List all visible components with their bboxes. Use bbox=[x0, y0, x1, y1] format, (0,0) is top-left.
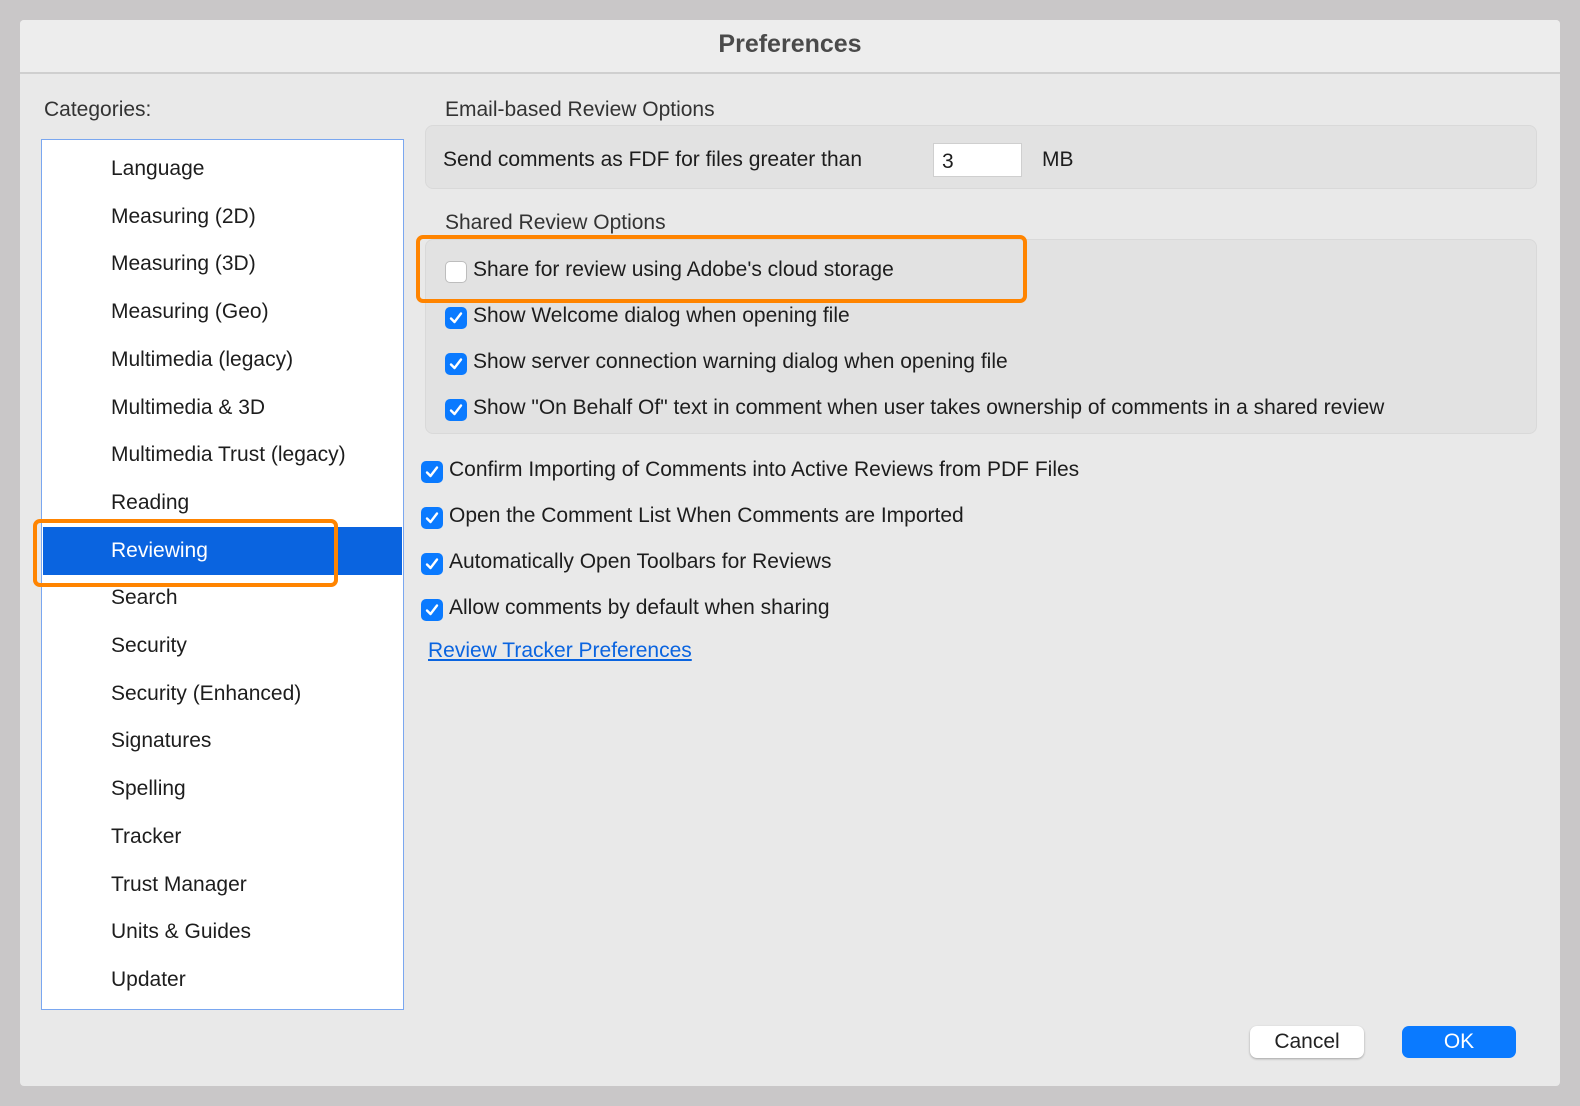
fdf-size-input[interactable]: 3 bbox=[933, 143, 1022, 177]
category-item[interactable]: Language bbox=[43, 145, 402, 193]
category-label: Multimedia & 3D bbox=[111, 395, 266, 419]
fdf-unit-label: MB bbox=[1042, 148, 1074, 171]
cancel-button[interactable]: Cancel bbox=[1250, 1026, 1364, 1058]
category-item[interactable]: Multimedia (legacy) bbox=[43, 336, 402, 384]
category-item[interactable]: Units & Guides bbox=[43, 908, 402, 956]
checkbox[interactable] bbox=[421, 553, 443, 575]
category-item[interactable]: Trust Manager bbox=[43, 861, 402, 909]
category-label: Multimedia Trust (legacy) bbox=[111, 443, 346, 467]
category-item[interactable]: Measuring (3D) bbox=[43, 240, 402, 288]
checkbox-label[interactable]: Show server connection warning dialog wh… bbox=[473, 350, 1008, 374]
checkbox[interactable] bbox=[421, 461, 443, 483]
category-label: Measuring (2D) bbox=[111, 204, 256, 228]
category-label: Signatures bbox=[111, 729, 212, 753]
category-label: Multimedia (legacy) bbox=[111, 347, 294, 371]
category-label: Security (Enhanced) bbox=[111, 681, 302, 705]
category-item[interactable]: Updater bbox=[43, 956, 402, 1004]
category-item[interactable]: Security (Enhanced) bbox=[43, 670, 402, 718]
title-bar: Preferences bbox=[20, 20, 1560, 74]
category-item[interactable]: Spelling bbox=[43, 765, 402, 813]
category-label: Units & Guides bbox=[111, 920, 252, 944]
category-label: Measuring (3D) bbox=[111, 252, 256, 276]
categories-label: Categories: bbox=[44, 98, 152, 121]
category-label: Spelling bbox=[111, 777, 186, 801]
category-label: Trust Manager bbox=[111, 872, 247, 896]
category-label: Measuring (Geo) bbox=[111, 300, 269, 324]
checkbox-label[interactable]: Show "On Behalf Of" text in comment when… bbox=[473, 396, 1384, 420]
checkbox-label[interactable]: Confirm Importing of Comments into Activ… bbox=[449, 458, 1079, 482]
category-label: Security bbox=[111, 634, 187, 657]
checkbox-label[interactable]: Allow comments by default when sharing bbox=[449, 596, 830, 620]
preferences-dialog: Preferences Categories: Language Measurin… bbox=[20, 20, 1560, 1086]
category-item[interactable]: Tracker bbox=[43, 813, 402, 861]
highlight-reviewing bbox=[33, 519, 338, 587]
category-item[interactable]: Measuring (2D) bbox=[43, 193, 402, 241]
checkbox[interactable] bbox=[445, 353, 467, 375]
category-item[interactable]: Signatures bbox=[43, 717, 402, 765]
category-label: Updater bbox=[111, 967, 186, 991]
checkbox[interactable] bbox=[421, 599, 443, 621]
checkbox[interactable] bbox=[445, 307, 467, 329]
ok-button[interactable]: OK bbox=[1402, 1026, 1516, 1058]
dialog-title: Preferences bbox=[718, 30, 862, 58]
category-label: Tracker bbox=[111, 824, 182, 848]
checkbox-label[interactable]: Automatically Open Toolbars for Reviews bbox=[449, 550, 831, 574]
category-item[interactable]: Multimedia Trust (legacy) bbox=[43, 431, 402, 479]
checkbox[interactable] bbox=[445, 399, 467, 421]
checkbox-label[interactable]: Open the Comment List When Comments are … bbox=[449, 504, 964, 528]
checkbox[interactable] bbox=[421, 507, 443, 529]
category-label: Language bbox=[111, 157, 205, 180]
shared-section-heading: Shared Review Options bbox=[445, 211, 666, 234]
fdf-size-label: Send comments as FDF for files greater t… bbox=[443, 148, 863, 171]
highlight-cloud-storage bbox=[416, 235, 1027, 303]
category-item[interactable]: Multimedia & 3D bbox=[43, 384, 402, 432]
category-item[interactable]: Security bbox=[43, 622, 402, 670]
review-tracker-preferences-link[interactable]: Review Tracker Preferences bbox=[428, 639, 692, 663]
checkbox-label[interactable]: Show Welcome dialog when opening file bbox=[473, 304, 850, 328]
email-section-heading: Email-based Review Options bbox=[445, 98, 715, 121]
category-item[interactable]: Measuring (Geo) bbox=[43, 288, 402, 336]
